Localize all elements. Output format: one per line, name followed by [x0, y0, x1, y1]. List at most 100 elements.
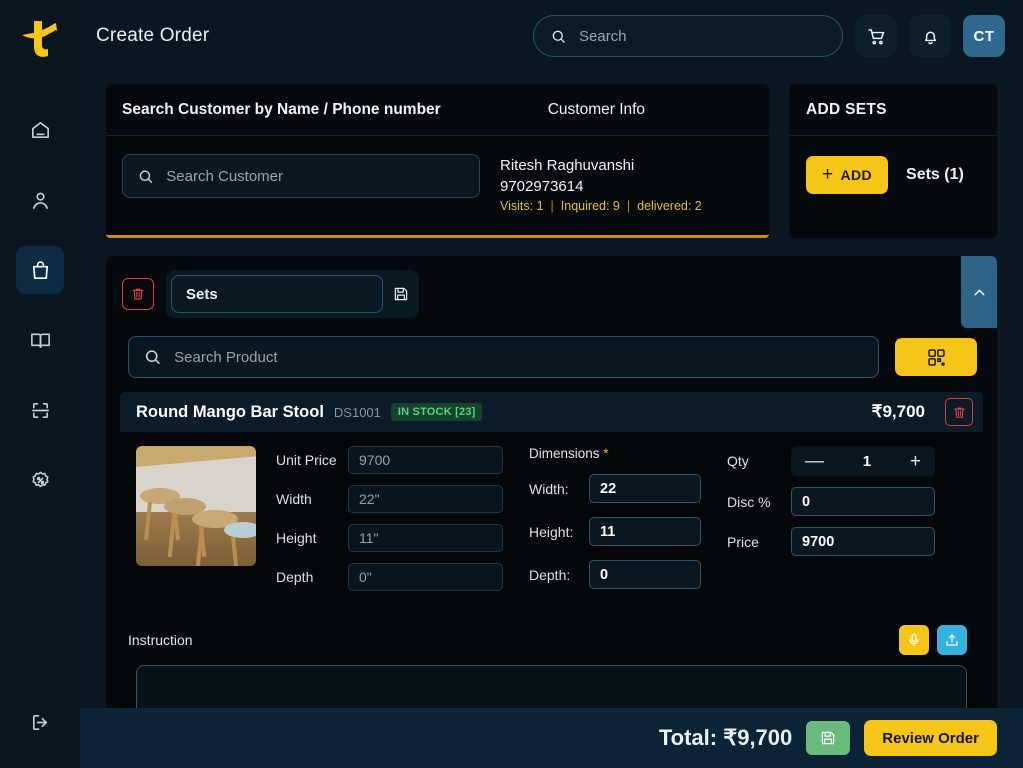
disc-row: Disc %: [727, 487, 935, 516]
price-input[interactable]: [791, 527, 935, 556]
sidebar-item-offers[interactable]: [16, 456, 64, 504]
sidebar-item-scan[interactable]: [16, 386, 64, 434]
dimensions-title: Dimensions *: [529, 446, 701, 461]
save-floppy-icon: [394, 287, 408, 301]
instruction-label: Instruction: [128, 632, 193, 648]
product-search-field[interactable]: [128, 336, 879, 378]
search-icon: [139, 170, 153, 183]
qr-scan-button[interactable]: [895, 338, 977, 376]
top-row: Search Customer by Name / Phone number C…: [106, 84, 997, 238]
add-set-button[interactable]: + ADD: [806, 156, 889, 194]
dimension-label: Width:: [529, 480, 569, 497]
save-set-button[interactable]: [392, 285, 410, 303]
dimension-label: Depth:: [529, 566, 571, 583]
customer-info: Ritesh Raghuvanshi 9702973614 Visits: 1 …: [500, 154, 702, 213]
notifications-button[interactable]: [909, 15, 951, 57]
sidebar-item-catalogue[interactable]: [16, 316, 64, 364]
sidebar-item-customers[interactable]: [16, 176, 64, 224]
required-mark: *: [603, 446, 609, 461]
field-unit-price: Unit Price: [276, 446, 503, 474]
customer-panel-body: Ritesh Raghuvanshi 9702973614 Visits: 1 …: [106, 136, 769, 235]
product-item-body: Unit Price Width Height Depth: [120, 432, 983, 611]
dimension-width-input[interactable]: [589, 474, 701, 503]
sets-count-label: Sets (1): [906, 166, 964, 183]
brand-logo[interactable]: [17, 0, 63, 72]
trash-icon: [132, 288, 144, 300]
delete-set-button[interactable]: [122, 278, 154, 310]
review-order-button[interactable]: Review Order: [864, 720, 997, 756]
product-search-input[interactable]: [174, 348, 864, 366]
save-floppy-icon: [822, 731, 835, 745]
customer-stats: Visits: 1 | Inquired: 9 | delivered: 2: [500, 199, 702, 213]
add-sets-title: ADD SETS: [806, 100, 887, 118]
price-row: Price: [727, 527, 935, 556]
customer-info-title: Customer Info: [547, 100, 646, 118]
upload-button[interactable]: [937, 625, 967, 655]
customer-panel: Search Customer by Name / Phone number C…: [106, 84, 769, 238]
stat-divider: |: [550, 199, 554, 213]
save-order-button[interactable]: [806, 721, 851, 755]
order-total: Total: ₹9,700: [658, 725, 793, 750]
width-value: [348, 485, 503, 513]
qty-decrement-button[interactable]: —: [805, 452, 824, 471]
customer-name: Ritesh Raghuvanshi: [500, 157, 635, 174]
book-icon: [30, 332, 50, 348]
bell-icon: [924, 31, 936, 44]
field-label: Height: [276, 530, 317, 546]
upload-icon: [946, 634, 958, 646]
field-label: Depth: [276, 569, 314, 585]
add-sets-body: + ADD Sets (1): [789, 136, 997, 214]
bottom-action-bar: Total: ₹9,700 Review Order: [80, 708, 1023, 768]
qty-increment-button[interactable]: +: [910, 452, 921, 471]
dimensions-label: Dimensions: [529, 446, 600, 461]
customer-phone: 9702973614: [500, 178, 584, 195]
sidebar-item-orders[interactable]: [16, 246, 64, 294]
delete-product-button[interactable]: [945, 398, 973, 426]
unit-price-value: [348, 446, 503, 474]
global-search[interactable]: [533, 15, 843, 57]
price-label: Price: [727, 533, 759, 550]
customer-panel-header: Search Customer by Name / Phone number C…: [106, 84, 769, 136]
voice-record-button[interactable]: [899, 625, 929, 655]
dimension-depth-input[interactable]: [589, 560, 701, 589]
search-icon: [145, 350, 160, 365]
qty-value: 1: [862, 452, 872, 470]
top-header: Create Order CT: [80, 0, 1023, 72]
logout-button[interactable]: [16, 698, 64, 746]
microphone-icon: [909, 633, 919, 647]
stat-visits: Visits: 1: [500, 199, 544, 213]
disc-label: Disc %: [727, 493, 771, 510]
product-item: Round Mango Bar Stool DS1001 IN STOCK [2…: [120, 392, 983, 730]
add-sets-header: ADD SETS: [789, 84, 997, 136]
main-area: Create Order CT: [80, 0, 1023, 768]
disc-input[interactable]: [791, 487, 935, 516]
product-title: Round Mango Bar Stool: [136, 402, 324, 421]
depth-value: [348, 563, 503, 591]
search-icon: [552, 30, 565, 43]
customer-search-field[interactable]: [122, 154, 480, 198]
scan-icon: [31, 402, 49, 418]
avatar[interactable]: CT: [963, 15, 1005, 57]
product-sku: DS1001: [333, 404, 381, 420]
customer-search-input[interactable]: [166, 167, 465, 185]
stat-inquired: Inquired: 9: [560, 199, 620, 213]
product-search-row: [106, 324, 997, 392]
qty-row: Qty — 1 +: [727, 446, 935, 476]
qty-label: Qty: [727, 453, 749, 469]
set-name-input[interactable]: [171, 275, 383, 313]
home-icon: [31, 121, 49, 138]
dimension-label: Height:: [529, 523, 574, 540]
sidebar-nav: [16, 106, 64, 504]
add-set-label: ADD: [840, 167, 873, 183]
search-input[interactable]: [579, 27, 826, 45]
customer-search-title: Search Customer by Name / Phone number: [122, 100, 441, 118]
dimension-height-input[interactable]: [589, 517, 701, 546]
collapse-panel-button[interactable]: [961, 256, 997, 328]
set-name-group: [166, 270, 419, 318]
shopping-bag-icon: [32, 260, 48, 279]
product-item-header: Round Mango Bar Stool DS1001 IN STOCK [2…: [120, 392, 983, 432]
cart-button[interactable]: [855, 15, 897, 57]
field-label: Unit Price: [276, 452, 337, 468]
dimensions-group: Dimensions * Width: Height: Depth:: [529, 446, 701, 603]
sidebar-item-home[interactable]: [16, 106, 64, 154]
